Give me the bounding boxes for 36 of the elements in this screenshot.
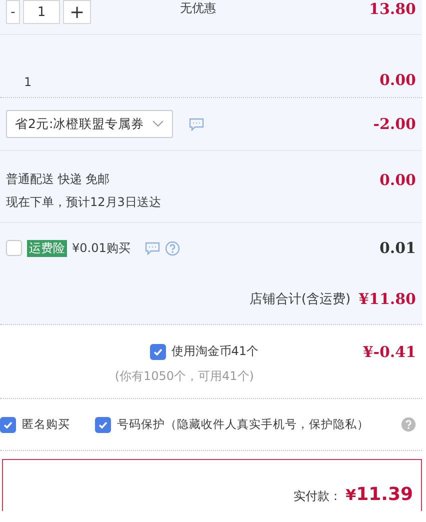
- shop-total-amount: ¥11.80: [358, 290, 416, 308]
- comment-icon[interactable]: [189, 118, 204, 130]
- quantity-field[interactable]: 1: [23, 0, 60, 24]
- checkbox[interactable]: [6, 240, 22, 256]
- quantity-text: 1: [24, 75, 32, 89]
- shop-total-label: 店铺合计(含运费): [249, 290, 351, 308]
- decrease-button[interactable]: -: [6, 0, 20, 24]
- promotion-text: 无优惠: [180, 0, 216, 17]
- delivery-amount: 0.00: [379, 171, 416, 189]
- delivery-estimate: 现在下单，预计12月3日送达: [6, 194, 161, 211]
- insurance-label: ¥0.01购买: [72, 240, 130, 256]
- payment-label: 实付款：: [294, 488, 342, 505]
- comment-icon[interactable]: [145, 242, 160, 254]
- check-icon: [98, 420, 108, 430]
- option-label: 匿名购买: [22, 417, 70, 432]
- check-icon: [153, 346, 164, 356]
- checkbox[interactable]: [0, 416, 16, 432]
- coupon-amount: -2.00: [373, 115, 416, 133]
- insurance-tag: 运费险: [27, 240, 67, 256]
- sub-price: 0.00: [379, 71, 416, 89]
- coins-label: 使用淘金币41个: [171, 343, 259, 360]
- payment-amount: ¥11.39: [346, 484, 413, 505]
- delivery-method: 普通配送 快递 免邮: [6, 171, 111, 188]
- chevron-down-icon: [152, 120, 164, 128]
- coins-amount: ¥-0.41: [362, 343, 416, 361]
- checkbox[interactable]: [150, 344, 166, 360]
- insurance-amount: 0.01: [379, 239, 416, 257]
- help-icon[interactable]: [401, 417, 416, 432]
- coins-note: (你有1050个，可用41个): [114, 368, 254, 385]
- item-price: 13.80: [369, 0, 416, 18]
- option-label: 号码保护（隐藏收件人真实手机号，保护隐私）: [117, 417, 369, 432]
- help-icon[interactable]: [165, 240, 180, 256]
- increase-button[interactable]: +: [63, 0, 91, 24]
- check-icon: [3, 420, 13, 430]
- coupon-select[interactable]: 省2元:冰橙联盟专属券: [6, 110, 174, 138]
- checkbox[interactable]: [95, 416, 111, 432]
